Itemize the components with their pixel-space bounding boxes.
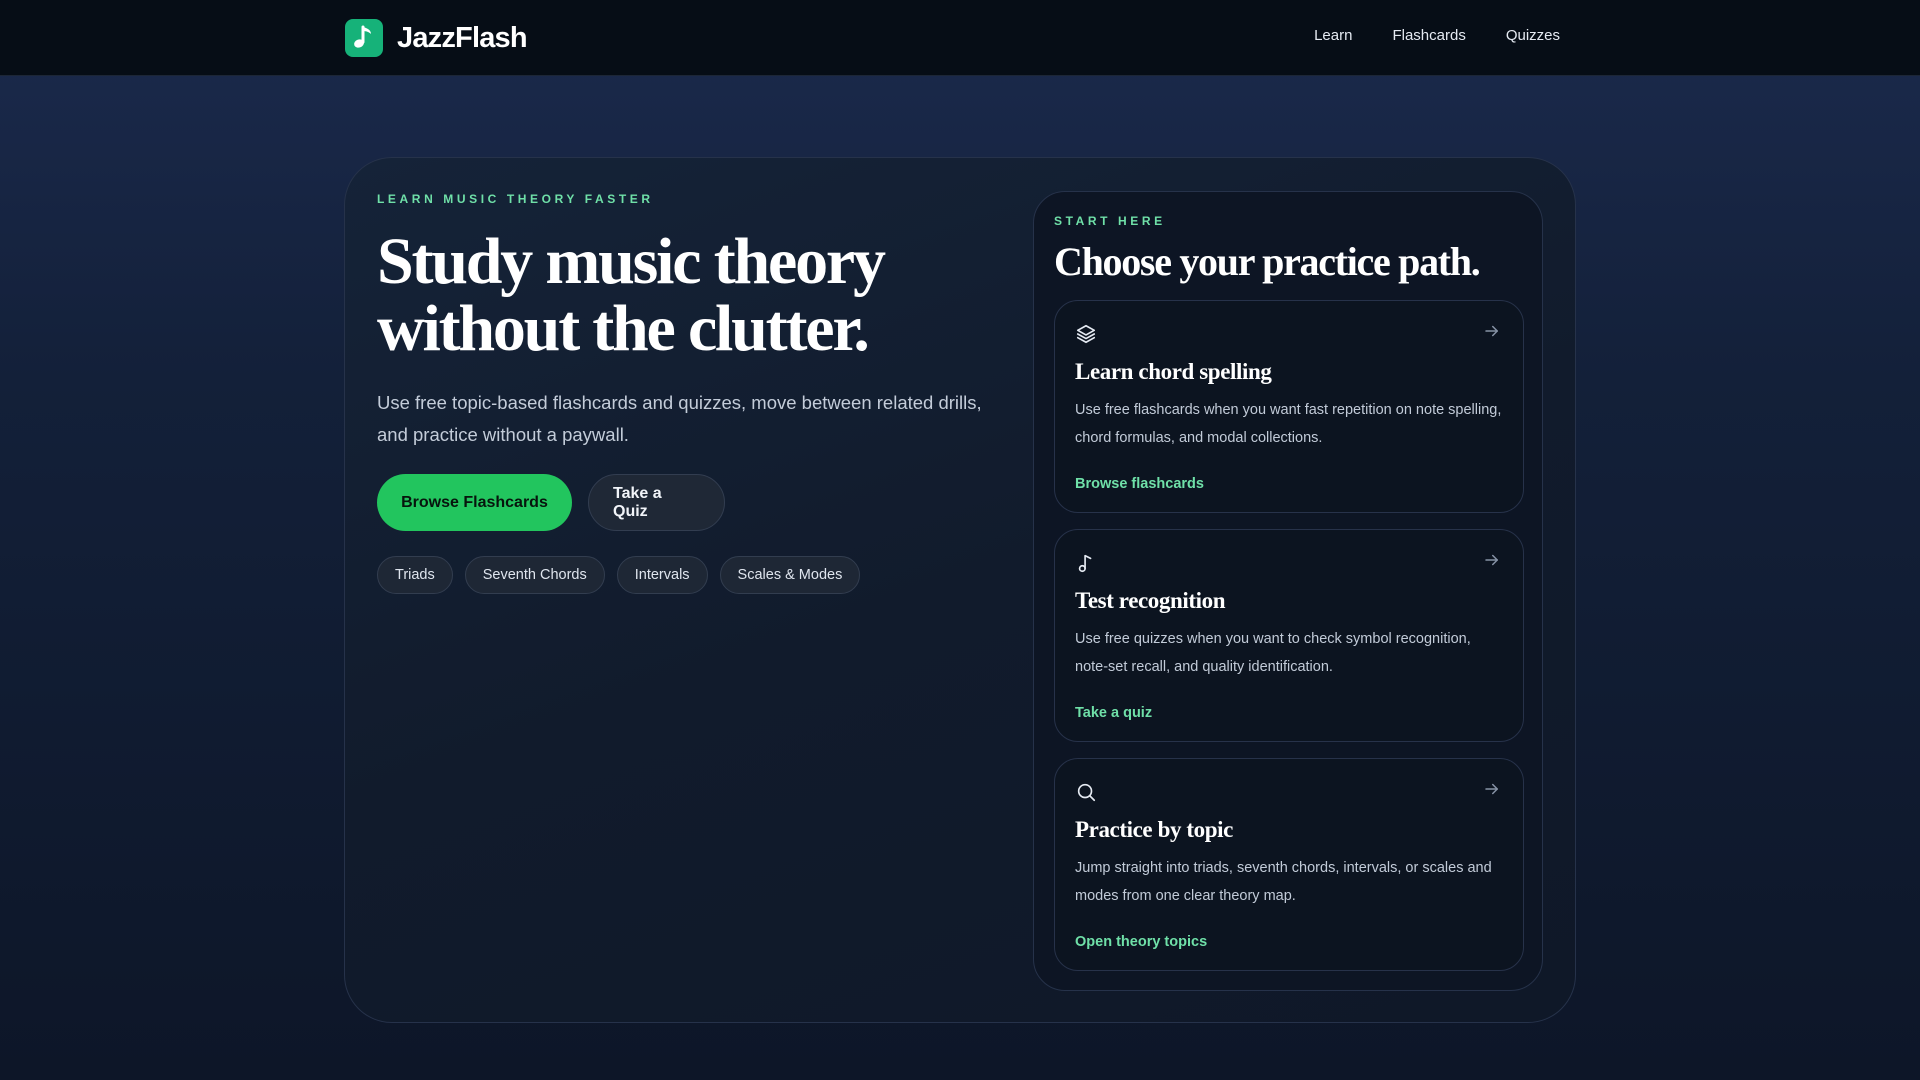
hero-content: LEARN MUSIC THEORY FASTER Study music th…	[377, 192, 1017, 594]
nav-item-flashcards[interactable]: Flashcards	[1392, 27, 1465, 44]
browse-flashcards-link[interactable]: Browse flashcards	[1075, 476, 1204, 492]
brand-name: JazzFlash	[397, 21, 528, 54]
practice-cards: Learn chord spelling Use free flashcards…	[1054, 300, 1524, 971]
card-title: Practice by topic	[1075, 817, 1233, 842]
nav-item-learn[interactable]: Learn	[1314, 27, 1352, 44]
card-title: Test recognition	[1075, 588, 1226, 613]
arrow-right-icon	[1485, 783, 1498, 795]
card-description: Use free flashcards when you want fast r…	[1075, 402, 1502, 446]
arrow-right-icon	[1485, 554, 1498, 566]
topic-chips: Triads Seventh Chords Intervals Scales &…	[377, 556, 1017, 594]
headline-line-1: Study music theory	[377, 225, 886, 298]
hero-lead: Use free topic-based flashcards and quiz…	[377, 392, 982, 445]
take-quiz-button[interactable]: Take a Quiz	[588, 474, 725, 531]
open-theory-topics-link[interactable]: Open theory topics	[1075, 934, 1207, 950]
hero-card: LEARN MUSIC THEORY FASTER Study music th…	[344, 157, 1576, 1023]
card-learn-chord-spelling[interactable]: Learn chord spelling Use free flashcards…	[1054, 300, 1524, 513]
top-navigation-bar: JazzFlash Learn Flashcards Quizzes	[0, 0, 1920, 76]
brand[interactable]: JazzFlash	[345, 19, 528, 57]
layers-icon	[1076, 324, 1096, 344]
chip-seventh-chords[interactable]: Seventh Chords	[464, 556, 605, 594]
music-note-icon	[345, 19, 383, 57]
chip-intervals[interactable]: Intervals	[616, 556, 708, 594]
card-title: Learn chord spelling	[1075, 359, 1272, 384]
panel-eyebrow: START HERE	[1054, 214, 1166, 228]
practice-path-panel: START HERE Choose your practice path. Le…	[1033, 191, 1543, 991]
card-test-recognition[interactable]: Test recognition Use free quizzes when y…	[1054, 529, 1524, 742]
chip-triads[interactable]: Triads	[377, 556, 453, 594]
search-icon	[1077, 783, 1096, 802]
card-description: Jump straight into triads, seventh chord…	[1075, 860, 1492, 904]
cta-row: Browse Flashcards Take a Quiz	[377, 474, 1017, 531]
hero-headline: Study music theory without the clutter.	[377, 228, 1017, 362]
nav-item-quizzes[interactable]: Quizzes	[1506, 27, 1560, 44]
card-practice-by-topic[interactable]: Practice by topic Jump straight into tri…	[1054, 758, 1524, 971]
arrow-right-icon	[1485, 325, 1498, 337]
main-nav: Learn Flashcards Quizzes	[1314, 27, 1560, 44]
take-quiz-link[interactable]: Take a quiz	[1075, 705, 1152, 721]
browse-flashcards-button[interactable]: Browse Flashcards	[377, 474, 572, 531]
music-note-icon	[1078, 554, 1092, 573]
card-description: Use free quizzes when you want to check …	[1075, 631, 1471, 675]
chip-scales-modes[interactable]: Scales & Modes	[719, 556, 861, 594]
headline-line-2: without the clutter.	[377, 292, 870, 365]
hero-eyebrow: LEARN MUSIC THEORY FASTER	[377, 192, 654, 206]
panel-title: Choose your practice path.	[1054, 239, 1481, 284]
